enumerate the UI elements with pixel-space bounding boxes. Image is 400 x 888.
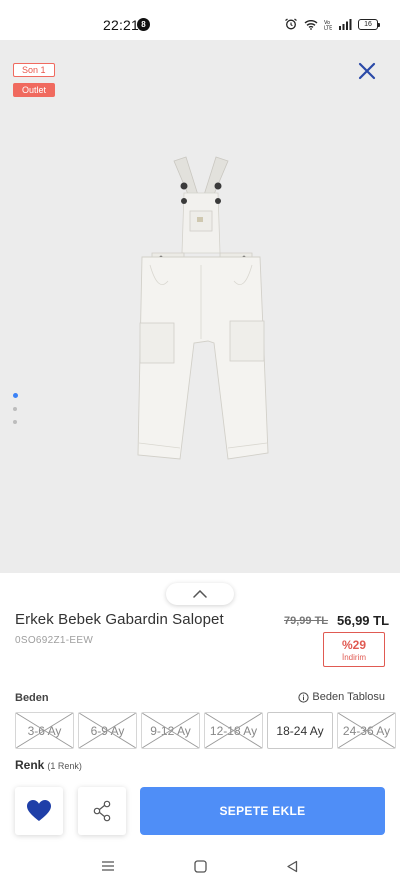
notification-count-badge: 8 [137,18,150,31]
product-detail-sheet: Erkek Bebek Gabardin Salopet 0SO692Z1-EE… [0,573,400,848]
product-image-gallery[interactable]: Son 1 Outlet [0,40,400,573]
discount-badge: %29 İndirim [323,632,385,667]
chevron-up-icon [193,590,207,598]
status-icons: Vo LTE 16 [284,16,380,32]
size-option-9-12-unavailable[interactable]: 9-12 Ay [141,712,200,749]
svg-text:LTE: LTE [324,26,332,31]
wifi-icon [304,19,318,30]
discount-percent: %29 [341,638,367,652]
back-icon[interactable] [286,860,298,873]
signal-volte-icon: VoLTE [324,20,332,31]
expand-details-button[interactable] [166,583,234,605]
old-price: 79,99 TL [284,615,329,627]
size-option-18-24[interactable]: 18-24 Ay [267,712,333,749]
size-label: Beden [15,692,49,704]
outlet-badge: Outlet [13,83,56,97]
heart-icon [27,800,51,821]
unavailable-cross [205,713,262,748]
size-chart-link[interactable]: Beden Tablosu [298,691,385,703]
battery-icon: 16 [358,18,380,30]
color-count: (1 Renk) [47,761,82,771]
status-bar: 22:21 8 Vo LTE 16 [0,0,400,40]
unavailable-cross [338,713,395,748]
signal-bars-icon [339,18,352,30]
product-photo [137,156,269,460]
share-button[interactable] [78,787,126,835]
alarm-icon [285,18,297,30]
close-button[interactable] [356,60,378,82]
gallery-dot[interactable] [13,407,17,411]
color-row: Renk (1 Renk) [15,758,82,772]
close-icon [358,62,376,80]
size-option-6-9-unavailable[interactable]: 6-9 Ay [78,712,137,749]
size-option-12-18-unavailable[interactable]: 12-18 Ay [204,712,263,749]
gallery-pagination-dots [12,393,18,424]
home-icon[interactable] [194,860,207,873]
info-icon [298,691,310,703]
size-option-24-36-unavailable[interactable]: 24-36 Ay [337,712,396,749]
system-navigation-bar [0,848,400,888]
gallery-dot[interactable] [13,420,17,424]
status-time: 22:21 [103,17,140,33]
last-item-badge: Son 1 [13,63,55,77]
unavailable-cross [16,713,73,748]
size-options: 3-6 Ay 6-9 Ay 9-12 Ay 12-18 Ay 18-24 Ay … [15,712,396,749]
add-to-cart-button[interactable]: SEPETE EKLE [140,787,385,835]
gallery-dot-active[interactable] [12,393,18,398]
discount-label: İndirim [341,653,366,662]
menu-icon[interactable] [101,860,115,872]
product-sku: 0SO692Z1-EEW [15,635,94,646]
share-icon [93,800,111,822]
unavailable-cross [142,713,199,748]
current-price: 56,99 TL [337,613,390,628]
unavailable-cross [79,713,136,748]
product-title: Erkek Bebek Gabardin Salopet [15,611,224,628]
color-label: Renk [15,758,45,772]
size-chart-label: Beden Tablosu [312,691,385,703]
size-option-3-6-unavailable[interactable]: 3-6 Ay [15,712,74,749]
size-option-label: 18-24 Ay [276,723,324,738]
favorite-button[interactable] [15,787,63,835]
